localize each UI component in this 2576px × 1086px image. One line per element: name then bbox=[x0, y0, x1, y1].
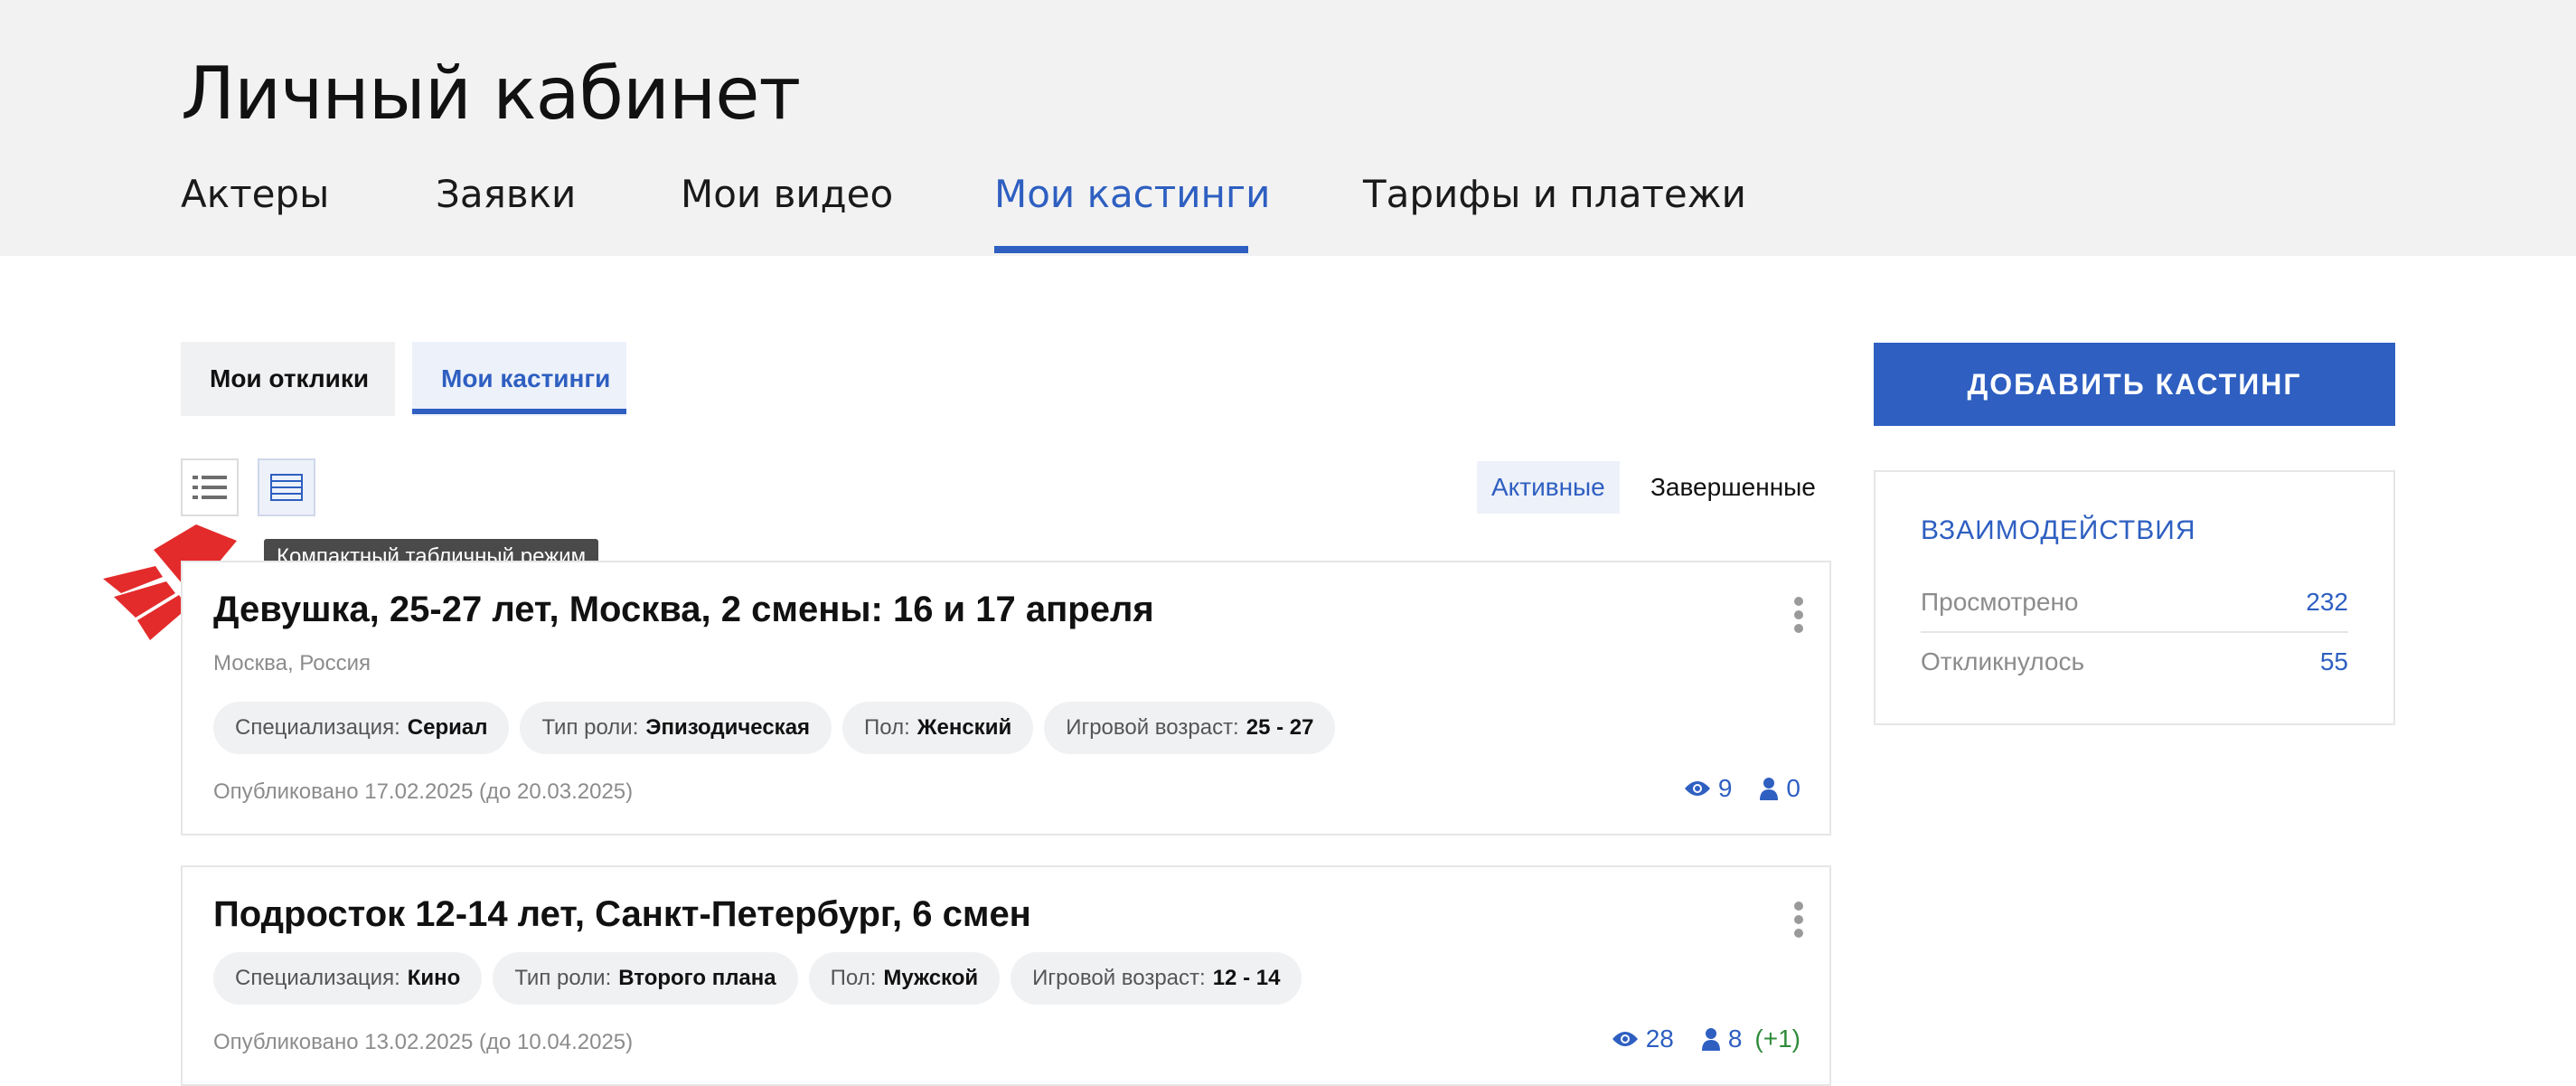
tag-value: Женский bbox=[917, 715, 1012, 740]
tag-gender: Пол: Мужской bbox=[808, 952, 1001, 1005]
casting-tags: Специализация: Сериал Тип роли: Эпизодичес… bbox=[213, 702, 1336, 754]
tag-key: Пол: bbox=[830, 966, 877, 990]
nav-item-my-videos[interactable]: Мои видео bbox=[681, 163, 893, 226]
tag-value: 12 - 14 bbox=[1212, 966, 1281, 990]
nav-active-indicator bbox=[994, 246, 1248, 253]
tag-key: Пол: bbox=[864, 715, 910, 740]
tag-key: Тип роли: bbox=[541, 715, 639, 740]
nav-item-tariffs[interactable]: Тарифы и платежи bbox=[1363, 163, 1746, 226]
tag-value: Сериал bbox=[407, 715, 488, 740]
casting-title[interactable]: Девушка, 25-27 лет, Москва, 2 смены: 16 … bbox=[213, 590, 1154, 630]
more-options-icon[interactable] bbox=[1793, 597, 1804, 633]
tag-specialization: Специализация: Сериал bbox=[213, 702, 510, 754]
tag-value: Кино bbox=[407, 966, 461, 990]
tag-age: Игровой возраст: 25 - 27 bbox=[1044, 702, 1336, 754]
tag-value: 25 - 27 bbox=[1246, 715, 1314, 740]
tag-role-type: Тип роли: Второго плана bbox=[493, 952, 798, 1005]
applicants-stat: 8 (+1) bbox=[1701, 1025, 1800, 1053]
more-options-icon[interactable] bbox=[1793, 902, 1804, 938]
nav-item-requests[interactable]: Заявки bbox=[436, 163, 576, 226]
views-stat: 9 bbox=[1684, 774, 1733, 803]
casting-stats: 28 8 (+1) bbox=[1612, 1025, 1800, 1053]
add-casting-button[interactable]: ДОБАВИТЬ КАСТИНГ bbox=[1874, 343, 2395, 426]
filter-finished[interactable]: Завершенные bbox=[1636, 461, 1830, 514]
eye-icon bbox=[1684, 781, 1710, 796]
stat-label: Откликнулось bbox=[1921, 647, 2085, 675]
page-title: Личный кабинет bbox=[181, 52, 801, 136]
tag-age: Игровой возраст: 12 - 14 bbox=[1011, 952, 1302, 1005]
published-date: Опубликовано 13.02.2025 (до 10.04.2025) bbox=[213, 1030, 634, 1054]
applicants-delta: (+1) bbox=[1754, 1025, 1800, 1053]
filter-active[interactable]: Активные bbox=[1477, 461, 1620, 514]
tag-gender: Пол: Женский bbox=[842, 702, 1034, 754]
applicants-stat: 0 bbox=[1759, 774, 1800, 803]
casting-location: Москва, Россия bbox=[213, 651, 371, 675]
published-date: Опубликовано 17.02.2025 (до 20.03.2025) bbox=[213, 779, 634, 804]
nav-item-actors[interactable]: Актеры bbox=[181, 163, 329, 226]
casting-tags: Специализация: Кино Тип роли: Второго план… bbox=[213, 952, 1302, 1005]
views-stat: 28 bbox=[1612, 1025, 1674, 1053]
tag-value: Мужской bbox=[883, 966, 979, 990]
stat-row-responded: Откликнулось 55 bbox=[1921, 633, 2348, 691]
interactions-title: ВЗАИМОДЕЙСТВИЯ bbox=[1921, 515, 2196, 545]
tag-role-type: Тип роли: Эпизодическая bbox=[520, 702, 832, 754]
applicants-count: 0 bbox=[1786, 774, 1800, 802]
tag-key: Игровой возраст: bbox=[1032, 966, 1206, 990]
list-icon bbox=[193, 476, 227, 499]
stat-value: 55 bbox=[2319, 647, 2348, 675]
nav-item-my-castings[interactable]: Мои кастинги bbox=[994, 163, 1270, 226]
table-icon bbox=[270, 474, 303, 501]
stat-row-viewed: Просмотрено 232 bbox=[1921, 573, 2348, 631]
views-count: 9 bbox=[1717, 774, 1733, 802]
tag-value: Эпизодическая bbox=[645, 715, 811, 740]
subtab-active-indicator bbox=[412, 409, 626, 414]
tag-specialization: Специализация: Кино bbox=[213, 952, 483, 1005]
casting-stats: 9 0 bbox=[1684, 774, 1800, 803]
casting-title[interactable]: Подросток 12-14 лет, Санкт-Петербург, 6 … bbox=[213, 894, 1031, 935]
tag-key: Тип роли: bbox=[514, 966, 612, 990]
tag-key: Игровой возраст: bbox=[1066, 715, 1239, 740]
stat-label: Просмотрено bbox=[1921, 588, 2079, 616]
casting-card[interactable]: Девушка, 25-27 лет, Москва, 2 смены: 16 … bbox=[181, 561, 1831, 836]
casting-card[interactable]: Подросток 12-14 лет, Санкт-Петербург, 6 … bbox=[181, 865, 1831, 1086]
compact-table-view-button[interactable] bbox=[258, 458, 315, 516]
tag-value: Второго плана bbox=[618, 966, 776, 990]
applicants-count: 8 bbox=[1727, 1025, 1743, 1053]
tag-key: Специализация: bbox=[235, 715, 400, 740]
list-view-button[interactable] bbox=[181, 458, 239, 516]
tag-key: Специализация: bbox=[235, 966, 400, 990]
subtab-my-castings[interactable]: Мои кастинги bbox=[412, 342, 626, 416]
interactions-panel: ВЗАИМОДЕЙСТВИЯ Просмотрено 232 Откликнул… bbox=[1874, 470, 2395, 725]
stat-value: 232 bbox=[2306, 588, 2348, 616]
subtab-my-responses[interactable]: Мои отклики bbox=[181, 342, 395, 416]
views-count: 28 bbox=[1645, 1025, 1674, 1053]
user-icon bbox=[1760, 778, 1779, 800]
eye-icon bbox=[1612, 1032, 1638, 1046]
user-icon bbox=[1701, 1028, 1720, 1051]
